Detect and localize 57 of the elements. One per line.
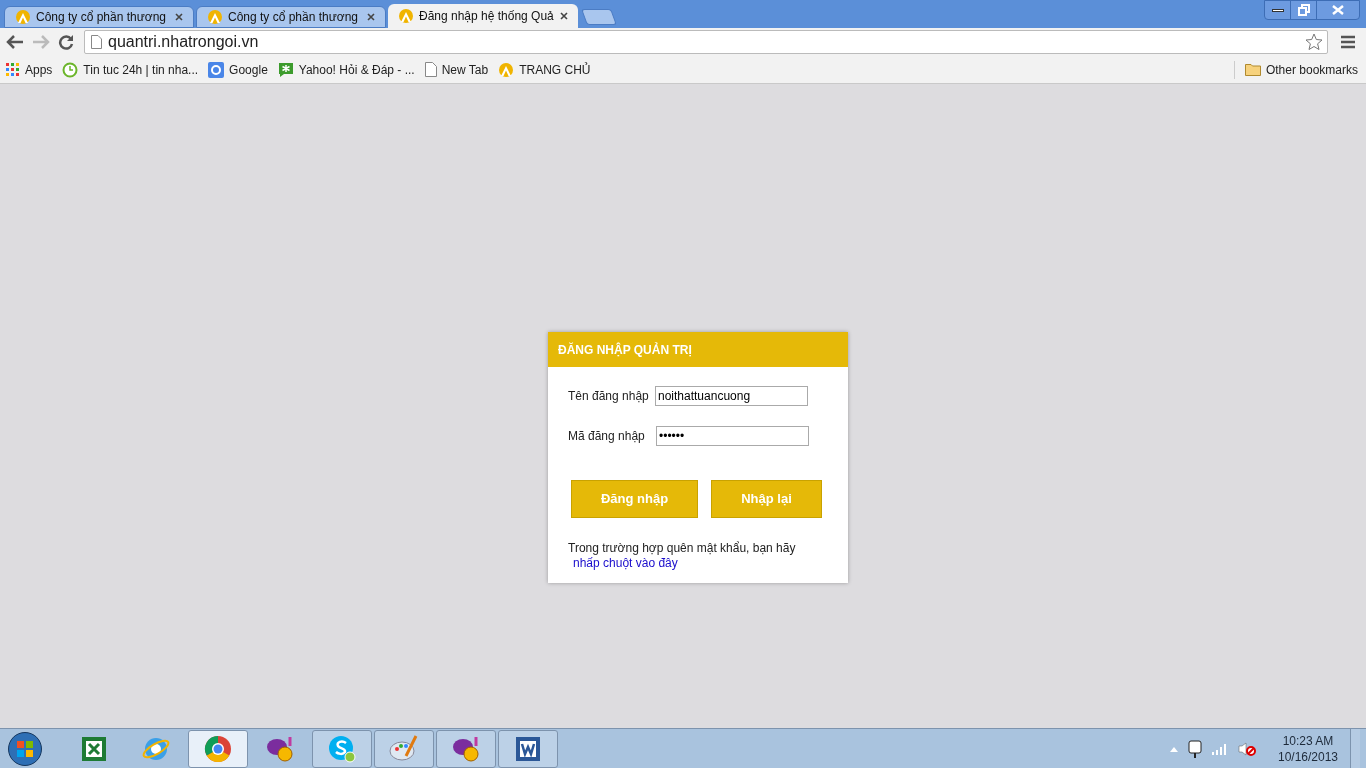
paint-palette-icon: [389, 733, 419, 764]
taskbar-app-button[interactable]: [436, 729, 496, 768]
field-label: Tên đăng nhập: [568, 388, 650, 405]
browser-tab[interactable]: Đăng nhập hệ thống Quả: [388, 4, 578, 28]
reload-icon[interactable]: [58, 34, 74, 50]
bookmark[interactable]: Google: [208, 60, 268, 79]
clock-date[interactable]: 10/16/2013: [1277, 748, 1339, 765]
bookmark[interactable]: Tin tuc 24h | tin nha...: [62, 60, 199, 79]
close-tab-icon[interactable]: [367, 13, 375, 21]
menu-icon[interactable]: [1340, 35, 1356, 49]
arch-logo-icon: [207, 9, 223, 25]
page-icon: [91, 35, 102, 49]
chat-cloud-icon: [327, 733, 357, 764]
back-icon[interactable]: [6, 35, 24, 49]
close-tab-icon[interactable]: [560, 12, 568, 20]
url-text: quantri.nhatrongoi.vn: [108, 32, 259, 52]
browser-tab[interactable]: Công ty cổ phần thương: [4, 6, 194, 28]
arch-logo-icon: [498, 61, 515, 78]
start-button[interactable]: [8, 731, 42, 766]
tab-title: Đăng nhập hệ thống Quả: [419, 8, 555, 25]
bookmark[interactable]: Apps: [6, 60, 53, 79]
taskbar-app-button[interactable]: [188, 729, 248, 768]
restore-icon: [1297, 4, 1310, 16]
star-icon[interactable]: [1305, 33, 1323, 51]
address-bar[interactable]: quantri.nhatrongoi.vn: [84, 30, 1328, 54]
browser-tab[interactable]: Công ty cổ phần thương: [196, 6, 386, 28]
document-icon: [514, 734, 542, 763]
taskbar-app-button[interactable]: [498, 729, 558, 768]
close-icon: [1332, 5, 1344, 15]
bookmark[interactable]: Yahoo! Hỏi & Đáp - ...: [277, 60, 415, 79]
input-field[interactable]: ••••••: [656, 426, 809, 446]
muted-speaker-icon[interactable]: [1238, 741, 1256, 756]
forgot-password-link[interactable]: nhấp chuột vào đây: [568, 556, 678, 570]
field-label: Mã đăng nhập: [568, 428, 646, 445]
arch-logo-icon: [398, 8, 414, 24]
tab-title: Công ty cổ phần thương: [228, 9, 359, 26]
bookmark[interactable]: New Tab: [424, 60, 489, 79]
login-title: ĐĂNG NHẬP QUẢN TRỊ: [548, 332, 848, 367]
power-plug-icon[interactable]: [1188, 739, 1202, 758]
taskbar-app-button[interactable]: [312, 729, 372, 768]
clock-time[interactable]: 10:23 AM: [1282, 732, 1334, 749]
bookmark[interactable]: TRANG CHỦ: [498, 60, 591, 79]
windows-logo-icon: [16, 739, 34, 758]
clock-icon: [62, 61, 79, 78]
other-bookmarks[interactable]: Other bookmarks: [1233, 60, 1358, 79]
input-field[interactable]: noithattuancuong: [655, 386, 808, 406]
round-browser-icon: [203, 733, 233, 764]
help-text: Trong trường hợp quên mật khẩu, bạn hãy: [568, 541, 797, 556]
arch-logo-icon: [15, 9, 31, 25]
folder-icon: [1244, 63, 1261, 76]
page-icon: [424, 62, 437, 77]
spreadsheet-icon: [80, 734, 108, 763]
speech-bubble-icon: [277, 61, 294, 78]
close-tab-icon[interactable]: [175, 13, 183, 21]
tab-title: Công ty cổ phần thương: [36, 9, 167, 26]
grid-icon: [6, 62, 20, 77]
ring-tile-icon: [208, 61, 225, 78]
